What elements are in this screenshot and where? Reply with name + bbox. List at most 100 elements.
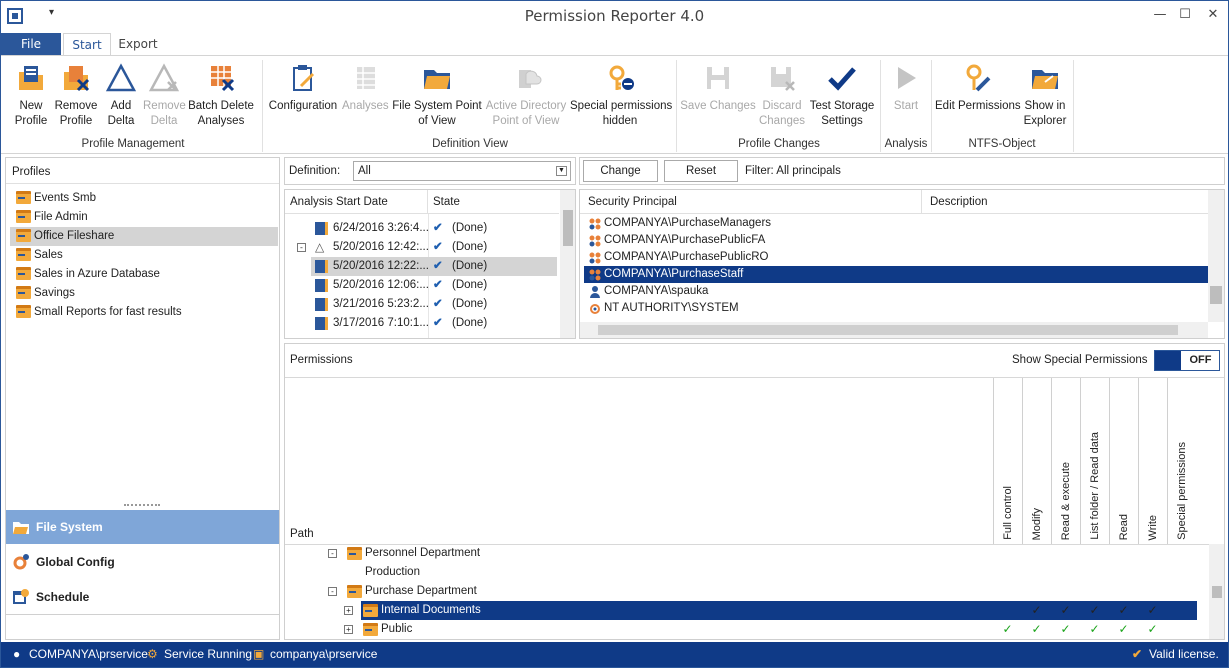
principals-hscrollbar[interactable]: [580, 322, 1208, 338]
batch-delete-button[interactable]: Batch Delete Analyses: [188, 58, 254, 134]
ad-point-of-view-button[interactable]: Active Directory Point of View: [484, 58, 568, 134]
expand-toggle[interactable]: -: [328, 549, 337, 558]
permission-row[interactable]: - Personnel Department: [285, 544, 1197, 563]
profile-item[interactable]: Savings: [10, 284, 278, 303]
reset-button[interactable]: Reset: [664, 160, 738, 182]
profile-item[interactable]: Events Smb: [10, 189, 278, 208]
analysis-row[interactable]: 3/17/2016 7:10:1... ✔ (Done): [311, 314, 557, 333]
show-in-explorer-button[interactable]: Show in Explorer: [1021, 58, 1069, 134]
principal-row[interactable]: NT AUTHORITY\SYSTEM: [584, 300, 1208, 317]
fs-point-of-view-button[interactable]: File System Point of View: [392, 58, 482, 134]
analyses-scrollbar[interactable]: [560, 190, 575, 338]
group-label-definition-view: Definition View: [432, 138, 508, 150]
permission-path: Purchase Department: [345, 582, 481, 601]
col-security-principal[interactable]: Security Principal: [580, 190, 922, 214]
principal-row[interactable]: COMPANYA\PurchasePublicFA: [584, 232, 1208, 249]
analysis-row[interactable]: △ 5/20/2016 12:42:... ✔ (Done): [311, 238, 557, 257]
tab-export[interactable]: Export: [113, 33, 163, 56]
nav-global-config[interactable]: Global Config: [6, 545, 279, 579]
file-tab[interactable]: File: [1, 33, 61, 56]
permission-column-header[interactable]: Read & execute: [1051, 378, 1080, 544]
analysis-row[interactable]: 3/21/2016 5:23:2... ✔ (Done): [311, 295, 557, 314]
show-special-toggle[interactable]: OFF: [1154, 350, 1220, 371]
tab-start[interactable]: Start: [63, 33, 111, 56]
permission-row[interactable]: Production: [285, 563, 1197, 582]
test-storage-button[interactable]: Test Storage Settings: [808, 58, 876, 134]
new-profile-button[interactable]: New Profile: [9, 58, 53, 134]
change-button[interactable]: Change: [583, 160, 658, 182]
definition-select[interactable]: All ▼: [353, 161, 571, 181]
expand-toggle[interactable]: +: [344, 606, 353, 615]
permission-check-icon: ✓: [1147, 603, 1158, 617]
analysis-date: 6/24/2016 3:26:4...: [333, 222, 429, 234]
close-icon[interactable]: ✕: [1203, 7, 1223, 25]
profile-item[interactable]: File Admin: [10, 208, 278, 227]
nav-schedule[interactable]: Schedule: [6, 580, 279, 614]
analysis-date: 5/20/2016 12:22:...: [333, 260, 429, 272]
scroll-thumb[interactable]: [563, 210, 573, 246]
start-label: Start: [893, 100, 919, 112]
analysis-row[interactable]: 5/20/2016 12:22:... ✔ (Done): [311, 257, 557, 276]
profile-icon: [16, 305, 31, 318]
divider: [6, 614, 279, 615]
permission-column-header[interactable]: Special permissions: [1167, 378, 1196, 544]
permissions-scrollbar[interactable]: [1209, 544, 1224, 639]
principal-row[interactable]: COMPANYA\PurchaseManagers: [584, 215, 1208, 232]
profile-label: Events Smb: [34, 192, 96, 204]
col-path[interactable]: Path: [290, 528, 314, 540]
scroll-thumb[interactable]: [1212, 586, 1222, 598]
permission-path-label: Production: [365, 566, 420, 578]
discard-changes-button[interactable]: Discard Changes: [758, 58, 806, 134]
col-state[interactable]: State: [428, 190, 559, 214]
start-button[interactable]: Start: [884, 58, 928, 134]
profile-icon: [16, 229, 31, 242]
permission-row[interactable]: + Internal Documents ✓ ✓ ✓ ✓ ✓: [285, 601, 1197, 620]
permission-row[interactable]: + Public ✓ ✓ ✓ ✓ ✓ ✓: [285, 620, 1197, 639]
save-changes-button[interactable]: Save Changes: [680, 58, 756, 134]
permission-column-header[interactable]: Write: [1138, 378, 1167, 544]
remove-profile-button[interactable]: Remove Profile: [54, 58, 98, 134]
profile-item[interactable]: Office Fileshare: [10, 227, 278, 246]
edit-permissions-button[interactable]: Edit Permissions: [935, 58, 1021, 134]
profiles-panel: Profiles Events Smb File Admin Office File…: [5, 157, 280, 640]
permission-column-header[interactable]: Modify: [1022, 378, 1051, 544]
analysis-row[interactable]: 5/20/2016 12:06:... ✔ (Done): [311, 276, 557, 295]
chevron-down-icon[interactable]: ▼: [556, 166, 567, 176]
permission-column-header[interactable]: Full control: [993, 378, 1022, 544]
maximize-icon[interactable]: ☐: [1175, 7, 1195, 25]
show-in-explorer-label: Show in Explorer: [1023, 100, 1067, 127]
principal-row[interactable]: COMPANYA\PurchasePublicRO: [584, 249, 1208, 266]
configuration-button[interactable]: Configuration: [266, 58, 340, 134]
scroll-thumb[interactable]: [598, 325, 1178, 335]
remove-delta-button[interactable]: Remove Delta: [143, 58, 186, 134]
principals-vscrollbar[interactable]: [1208, 190, 1224, 322]
col-description[interactable]: Description: [922, 190, 1208, 214]
expand-toggle[interactable]: -: [297, 243, 306, 252]
show-special-label: Show Special Permissions: [1012, 354, 1148, 366]
analysis-row[interactable]: 6/24/2016 3:26:4... ✔ (Done): [311, 219, 557, 238]
profile-item[interactable]: Small Reports for fast results: [10, 303, 278, 322]
principal-row[interactable]: COMPANYA\PurchaseStaff: [584, 266, 1208, 283]
splitter-handle[interactable]: [124, 504, 160, 507]
scroll-thumb[interactable]: [1210, 286, 1222, 304]
remove-delta-icon: [148, 63, 180, 92]
profile-icon: [16, 286, 31, 299]
col-analysis-date[interactable]: Analysis Start Date: [285, 190, 428, 214]
special-permissions-hidden-button[interactable]: Special permissions hidden: [570, 58, 672, 134]
profile-item[interactable]: Sales in Azure Database: [10, 265, 278, 284]
save-changes-label: Save Changes: [680, 100, 756, 112]
minimize-icon[interactable]: —: [1150, 7, 1170, 25]
delta-icon: △: [315, 240, 325, 254]
permission-column-header[interactable]: List folder / Read data: [1080, 378, 1109, 544]
profile-item[interactable]: Sales: [10, 246, 278, 265]
principal-row[interactable]: COMPANYA\spauka: [584, 283, 1208, 300]
analysis-date: 3/17/2016 7:10:1...: [333, 317, 429, 329]
permission-row[interactable]: - Purchase Department: [285, 582, 1197, 601]
expand-toggle[interactable]: -: [328, 587, 337, 596]
nav-file-system[interactable]: File System: [6, 510, 279, 544]
analyses-button[interactable]: Analyses: [342, 58, 389, 134]
add-delta-label: Add Delta: [107, 100, 135, 127]
expand-toggle[interactable]: +: [344, 625, 353, 634]
permission-column-header[interactable]: Read: [1109, 378, 1138, 544]
add-delta-button[interactable]: Add Delta: [101, 58, 141, 134]
